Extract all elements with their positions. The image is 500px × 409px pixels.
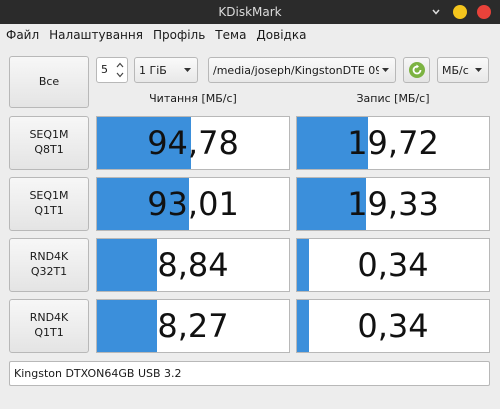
window-title: KDiskMark [218,5,282,19]
chevron-down-icon [432,9,440,15]
read-result-cell: 8,84 [96,238,290,292]
test-params: Q8T1 [34,143,64,156]
chevron-down-icon [184,68,191,72]
device-info-text: Kingston DTXON64GB USB 3.2 [14,367,182,380]
read-result-value: 8,27 [157,307,229,345]
units-select[interactable]: МБ/с [437,57,489,83]
write-result-cell: 19,72 [296,116,490,170]
refresh-button[interactable] [403,57,430,83]
maximize-button[interactable] [453,5,467,19]
test-name: SEQ1M [29,128,69,142]
device-info-field[interactable]: Kingston DTXON64GB USB 3.2 [9,361,490,386]
read-header: Читання [МБ/с] [149,92,237,105]
target-path-select[interactable]: /media/joseph/KingstonDTE 09 [208,57,396,83]
menu-settings[interactable]: Налаштування [43,28,147,42]
test-button-rnd4k-q32t1[interactable]: RND4K Q32T1 [9,238,89,292]
test-name: SEQ1M [29,189,69,203]
chevron-down-icon [475,68,482,72]
read-result-cell: 8,27 [96,299,290,353]
test-button-seq1m-q1t1[interactable]: SEQ1M Q1T1 [9,177,89,231]
runs-value: 5 [101,63,108,76]
test-button-label: RND4K Q32T1 [30,250,69,280]
menu-theme[interactable]: Тема [209,28,250,42]
menu-help[interactable]: Довідка [250,28,310,42]
test-button-rnd4k-q1t1[interactable]: RND4K Q1T1 [9,299,89,353]
read-result-cell: 93,01 [96,177,290,231]
test-button-seq1m-q8t1[interactable]: SEQ1M Q8T1 [9,116,89,170]
units-value: МБ/с [442,63,469,77]
runs-spinbox[interactable]: 5 [96,57,128,83]
minimize-button[interactable] [429,5,443,19]
test-name: RND4K [29,311,69,325]
refresh-icon [408,62,425,78]
write-header: Запис [МБ/с] [356,92,430,105]
read-result-value: 93,01 [147,185,239,223]
close-button[interactable] [477,5,491,19]
write-result-cell: 0,34 [296,299,490,353]
write-result-cell: 19,33 [296,177,490,231]
read-result-value: 94,78 [147,124,239,162]
write-result-cell: 0,34 [296,238,490,292]
test-params: Q32T1 [30,265,68,278]
write-result-value: 19,72 [347,124,439,162]
title-bar: KDiskMark [0,0,500,24]
write-result-value: 19,33 [347,185,439,223]
chevron-down-icon [382,68,389,72]
test-name: RND4K [29,250,69,264]
file-size-value: 1 ГіБ [139,63,167,77]
read-result-cell: 94,78 [96,116,290,170]
write-result-value: 0,34 [357,307,429,345]
target-path-value: /media/joseph/KingstonDTE 09 [213,63,379,77]
run-all-button[interactable]: Все [9,56,89,108]
file-size-select[interactable]: 1 ГіБ [134,57,198,83]
test-params: Q1T1 [34,326,64,339]
spin-down-icon[interactable] [115,70,125,80]
spin-up-icon[interactable] [115,60,125,70]
test-button-label: SEQ1M Q1T1 [29,189,68,219]
test-button-label: SEQ1M Q8T1 [29,128,68,158]
menu-profile[interactable]: Профіль [147,28,209,42]
test-button-label: RND4K Q1T1 [30,311,69,341]
read-result-value: 8,84 [157,246,229,284]
menu-bar: Файл Налаштування Профіль Тема Довідка [0,24,500,46]
write-result-value: 0,34 [357,246,429,284]
run-all-label: Все [38,74,60,88]
menu-file[interactable]: Файл [0,28,43,42]
test-params: Q1T1 [34,204,64,217]
